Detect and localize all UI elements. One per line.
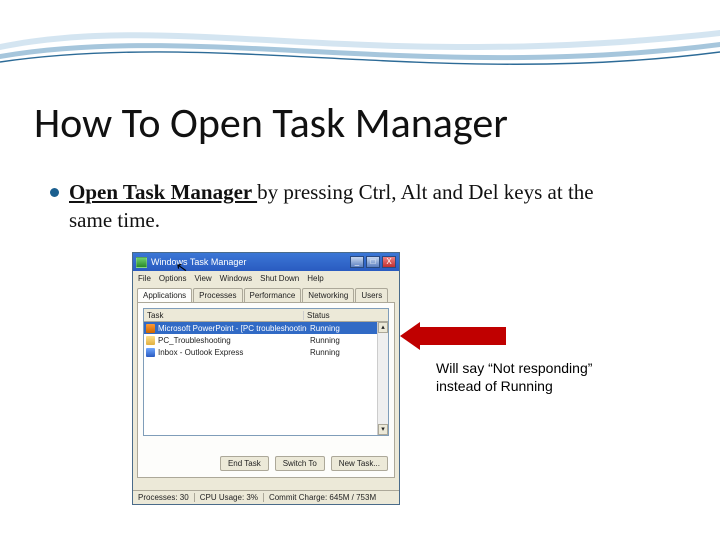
col-task[interactable]: Task (144, 311, 304, 320)
list-header: Task Status (144, 309, 388, 322)
titlebar: Windows Task Manager _ □ X (133, 253, 399, 271)
tab-panel: Task Status Microsoft PowerPoint - [PC t… (137, 302, 395, 478)
tab-performance[interactable]: Performance (244, 288, 302, 302)
list-item[interactable]: PC_Troubleshooting Running (144, 334, 388, 346)
scroll-up-icon[interactable]: ▴ (378, 322, 388, 333)
status-cpu: CPU Usage: 3% (195, 493, 264, 502)
arrow-body (420, 327, 506, 345)
tab-networking[interactable]: Networking (302, 288, 354, 302)
list-item[interactable]: Inbox - Outlook Express Running (144, 346, 388, 358)
status-commit: Commit Charge: 645M / 753M (264, 493, 399, 502)
arrow-head-icon (400, 322, 420, 350)
tab-processes[interactable]: Processes (193, 288, 242, 302)
scroll-down-icon[interactable]: ▾ (378, 424, 388, 435)
row-task: PC_Troubleshooting (158, 336, 307, 345)
menu-windows[interactable]: Windows (220, 274, 252, 283)
scrollbar[interactable]: ▴ ▾ (377, 322, 388, 435)
bullet-item: Open Task Manager by pressing Ctrl, Alt … (50, 178, 610, 235)
minimize-button[interactable]: _ (350, 256, 364, 268)
bullet-text: Open Task Manager by pressing Ctrl, Alt … (69, 178, 610, 235)
tab-users[interactable]: Users (355, 288, 388, 302)
menu-view[interactable]: View (194, 274, 211, 283)
row-task: Microsoft PowerPoint - [PC troubleshooti… (158, 324, 307, 333)
status-processes: Processes: 30 (133, 493, 195, 502)
powerpoint-icon (146, 324, 155, 333)
new-task-button[interactable]: New Task... (331, 456, 388, 471)
tab-strip: Applications Processes Performance Netwo… (133, 285, 399, 302)
row-status: Running (307, 324, 388, 333)
row-status: Running (307, 348, 388, 357)
statusbar: Processes: 30 CPU Usage: 3% Commit Charg… (133, 490, 399, 504)
bullet-bold: Open Task Manager (69, 180, 257, 204)
end-task-button[interactable]: End Task (220, 456, 269, 471)
list-item[interactable]: Microsoft PowerPoint - [PC troubleshooti… (144, 322, 388, 334)
app-icon (136, 257, 147, 268)
menu-file[interactable]: File (138, 274, 151, 283)
callout-text: Will say “Not responding” instead of Run… (436, 360, 636, 395)
folder-icon (146, 336, 155, 345)
menu-options[interactable]: Options (159, 274, 187, 283)
task-manager-window: Windows Task Manager _ □ X File Options … (132, 252, 400, 505)
maximize-button[interactable]: □ (366, 256, 380, 268)
menu-help[interactable]: Help (307, 274, 323, 283)
close-button[interactable]: X (382, 256, 396, 268)
slide-title: How To Open Task Manager (34, 98, 508, 149)
menu-shutdown[interactable]: Shut Down (260, 274, 299, 283)
window-title: Windows Task Manager (151, 257, 346, 267)
row-task: Inbox - Outlook Express (158, 348, 307, 357)
slide-header-wave (0, 0, 720, 90)
switch-to-button[interactable]: Switch To (275, 456, 325, 471)
applications-list[interactable]: Task Status Microsoft PowerPoint - [PC t… (143, 308, 389, 436)
menubar: File Options View Windows Shut Down Help (133, 271, 399, 285)
row-status: Running (307, 336, 388, 345)
callout-arrow (400, 322, 506, 350)
col-status[interactable]: Status (304, 311, 388, 320)
bullet-dot-icon (50, 188, 59, 197)
mail-icon (146, 348, 155, 357)
tab-applications[interactable]: Applications (137, 288, 192, 302)
